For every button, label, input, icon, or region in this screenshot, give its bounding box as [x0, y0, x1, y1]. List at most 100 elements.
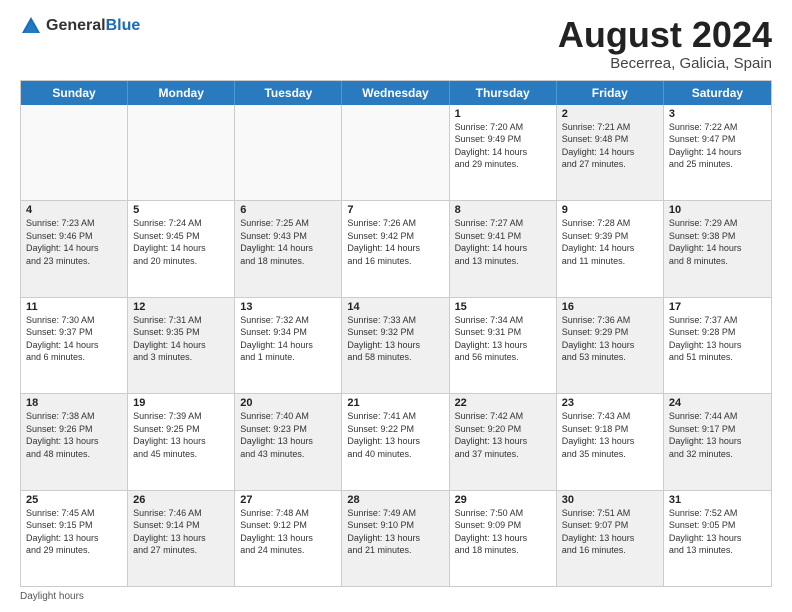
page: GeneralBlue August 2024 Becerrea, Galici… — [0, 0, 792, 612]
cal-header-thursday: Thursday — [450, 81, 557, 105]
cal-cell-25: 25Sunrise: 7:45 AM Sunset: 9:15 PM Dayli… — [21, 491, 128, 586]
cell-info-text: Sunrise: 7:49 AM Sunset: 9:10 PM Dayligh… — [347, 507, 443, 557]
cell-info-text: Sunrise: 7:39 AM Sunset: 9:25 PM Dayligh… — [133, 410, 229, 460]
cal-cell-16: 16Sunrise: 7:36 AM Sunset: 9:29 PM Dayli… — [557, 298, 664, 393]
cal-cell-5: 5Sunrise: 7:24 AM Sunset: 9:45 PM Daylig… — [128, 201, 235, 296]
cell-info-text: Sunrise: 7:52 AM Sunset: 9:05 PM Dayligh… — [669, 507, 766, 557]
footer-note: Daylight hours — [20, 591, 772, 602]
cell-info-text: Sunrise: 7:26 AM Sunset: 9:42 PM Dayligh… — [347, 217, 443, 267]
location-label: Becerrea, Galicia, Spain — [558, 55, 772, 72]
cell-info-text: Sunrise: 7:38 AM Sunset: 9:26 PM Dayligh… — [26, 410, 122, 460]
cal-cell-28: 28Sunrise: 7:49 AM Sunset: 9:10 PM Dayli… — [342, 491, 449, 586]
cal-row-3: 18Sunrise: 7:38 AM Sunset: 9:26 PM Dayli… — [21, 393, 771, 489]
cal-cell-empty-0-3 — [342, 105, 449, 200]
day-number: 1 — [455, 108, 551, 120]
day-number: 31 — [669, 494, 766, 506]
cal-cell-19: 19Sunrise: 7:39 AM Sunset: 9:25 PM Dayli… — [128, 394, 235, 489]
cell-info-text: Sunrise: 7:21 AM Sunset: 9:48 PM Dayligh… — [562, 121, 658, 171]
cal-header-sunday: Sunday — [21, 81, 128, 105]
cell-info-text: Sunrise: 7:45 AM Sunset: 9:15 PM Dayligh… — [26, 507, 122, 557]
cal-cell-31: 31Sunrise: 7:52 AM Sunset: 9:05 PM Dayli… — [664, 491, 771, 586]
day-number: 8 — [455, 204, 551, 216]
day-number: 10 — [669, 204, 766, 216]
day-number: 28 — [347, 494, 443, 506]
cal-cell-29: 29Sunrise: 7:50 AM Sunset: 9:09 PM Dayli… — [450, 491, 557, 586]
day-number: 6 — [240, 204, 336, 216]
cal-row-1: 4Sunrise: 7:23 AM Sunset: 9:46 PM Daylig… — [21, 200, 771, 296]
cell-info-text: Sunrise: 7:23 AM Sunset: 9:46 PM Dayligh… — [26, 217, 122, 267]
cell-info-text: Sunrise: 7:51 AM Sunset: 9:07 PM Dayligh… — [562, 507, 658, 557]
cal-row-2: 11Sunrise: 7:30 AM Sunset: 9:37 PM Dayli… — [21, 297, 771, 393]
day-number: 4 — [26, 204, 122, 216]
day-number: 5 — [133, 204, 229, 216]
cal-cell-10: 10Sunrise: 7:29 AM Sunset: 9:38 PM Dayli… — [664, 201, 771, 296]
month-year-title: August 2024 — [558, 15, 772, 55]
cell-info-text: Sunrise: 7:48 AM Sunset: 9:12 PM Dayligh… — [240, 507, 336, 557]
day-number: 19 — [133, 397, 229, 409]
cal-cell-3: 3Sunrise: 7:22 AM Sunset: 9:47 PM Daylig… — [664, 105, 771, 200]
title-area: August 2024 Becerrea, Galicia, Spain — [558, 15, 772, 72]
cal-cell-26: 26Sunrise: 7:46 AM Sunset: 9:14 PM Dayli… — [128, 491, 235, 586]
logo-icon — [20, 15, 42, 37]
logo-general: General — [46, 17, 106, 34]
cell-info-text: Sunrise: 7:32 AM Sunset: 9:34 PM Dayligh… — [240, 314, 336, 364]
cal-cell-8: 8Sunrise: 7:27 AM Sunset: 9:41 PM Daylig… — [450, 201, 557, 296]
logo-blue: Blue — [106, 17, 141, 34]
cell-info-text: Sunrise: 7:40 AM Sunset: 9:23 PM Dayligh… — [240, 410, 336, 460]
cell-info-text: Sunrise: 7:20 AM Sunset: 9:49 PM Dayligh… — [455, 121, 551, 171]
day-number: 21 — [347, 397, 443, 409]
cell-info-text: Sunrise: 7:27 AM Sunset: 9:41 PM Dayligh… — [455, 217, 551, 267]
cal-header-saturday: Saturday — [664, 81, 771, 105]
cell-info-text: Sunrise: 7:29 AM Sunset: 9:38 PM Dayligh… — [669, 217, 766, 267]
cal-cell-2: 2Sunrise: 7:21 AM Sunset: 9:48 PM Daylig… — [557, 105, 664, 200]
cell-info-text: Sunrise: 7:34 AM Sunset: 9:31 PM Dayligh… — [455, 314, 551, 364]
cal-cell-4: 4Sunrise: 7:23 AM Sunset: 9:46 PM Daylig… — [21, 201, 128, 296]
cal-cell-23: 23Sunrise: 7:43 AM Sunset: 9:18 PM Dayli… — [557, 394, 664, 489]
cal-header-wednesday: Wednesday — [342, 81, 449, 105]
logo: GeneralBlue — [20, 15, 140, 37]
cal-cell-empty-0-0 — [21, 105, 128, 200]
cal-cell-20: 20Sunrise: 7:40 AM Sunset: 9:23 PM Dayli… — [235, 394, 342, 489]
day-number: 16 — [562, 301, 658, 313]
day-number: 9 — [562, 204, 658, 216]
cal-cell-22: 22Sunrise: 7:42 AM Sunset: 9:20 PM Dayli… — [450, 394, 557, 489]
cell-info-text: Sunrise: 7:41 AM Sunset: 9:22 PM Dayligh… — [347, 410, 443, 460]
day-number: 25 — [26, 494, 122, 506]
day-number: 7 — [347, 204, 443, 216]
cal-cell-9: 9Sunrise: 7:28 AM Sunset: 9:39 PM Daylig… — [557, 201, 664, 296]
cell-info-text: Sunrise: 7:22 AM Sunset: 9:47 PM Dayligh… — [669, 121, 766, 171]
cell-info-text: Sunrise: 7:30 AM Sunset: 9:37 PM Dayligh… — [26, 314, 122, 364]
cell-info-text: Sunrise: 7:44 AM Sunset: 9:17 PM Dayligh… — [669, 410, 766, 460]
day-number: 12 — [133, 301, 229, 313]
day-number: 29 — [455, 494, 551, 506]
cell-info-text: Sunrise: 7:31 AM Sunset: 9:35 PM Dayligh… — [133, 314, 229, 364]
day-number: 26 — [133, 494, 229, 506]
cell-info-text: Sunrise: 7:37 AM Sunset: 9:28 PM Dayligh… — [669, 314, 766, 364]
header: GeneralBlue August 2024 Becerrea, Galici… — [20, 15, 772, 72]
cal-cell-14: 14Sunrise: 7:33 AM Sunset: 9:32 PM Dayli… — [342, 298, 449, 393]
cal-cell-27: 27Sunrise: 7:48 AM Sunset: 9:12 PM Dayli… — [235, 491, 342, 586]
cell-info-text: Sunrise: 7:50 AM Sunset: 9:09 PM Dayligh… — [455, 507, 551, 557]
day-number: 11 — [26, 301, 122, 313]
cal-cell-30: 30Sunrise: 7:51 AM Sunset: 9:07 PM Dayli… — [557, 491, 664, 586]
cell-info-text: Sunrise: 7:25 AM Sunset: 9:43 PM Dayligh… — [240, 217, 336, 267]
cell-info-text: Sunrise: 7:42 AM Sunset: 9:20 PM Dayligh… — [455, 410, 551, 460]
cell-info-text: Sunrise: 7:43 AM Sunset: 9:18 PM Dayligh… — [562, 410, 658, 460]
day-number: 2 — [562, 108, 658, 120]
cal-header-monday: Monday — [128, 81, 235, 105]
day-number: 27 — [240, 494, 336, 506]
cal-cell-24: 24Sunrise: 7:44 AM Sunset: 9:17 PM Dayli… — [664, 394, 771, 489]
day-number: 20 — [240, 397, 336, 409]
cell-info-text: Sunrise: 7:46 AM Sunset: 9:14 PM Dayligh… — [133, 507, 229, 557]
cal-cell-13: 13Sunrise: 7:32 AM Sunset: 9:34 PM Dayli… — [235, 298, 342, 393]
cal-cell-12: 12Sunrise: 7:31 AM Sunset: 9:35 PM Dayli… — [128, 298, 235, 393]
cal-cell-1: 1Sunrise: 7:20 AM Sunset: 9:49 PM Daylig… — [450, 105, 557, 200]
cal-cell-11: 11Sunrise: 7:30 AM Sunset: 9:37 PM Dayli… — [21, 298, 128, 393]
cell-info-text: Sunrise: 7:36 AM Sunset: 9:29 PM Dayligh… — [562, 314, 658, 364]
day-number: 13 — [240, 301, 336, 313]
cal-row-0: 1Sunrise: 7:20 AM Sunset: 9:49 PM Daylig… — [21, 105, 771, 200]
day-number: 23 — [562, 397, 658, 409]
day-number: 24 — [669, 397, 766, 409]
cal-cell-18: 18Sunrise: 7:38 AM Sunset: 9:26 PM Dayli… — [21, 394, 128, 489]
day-number: 22 — [455, 397, 551, 409]
